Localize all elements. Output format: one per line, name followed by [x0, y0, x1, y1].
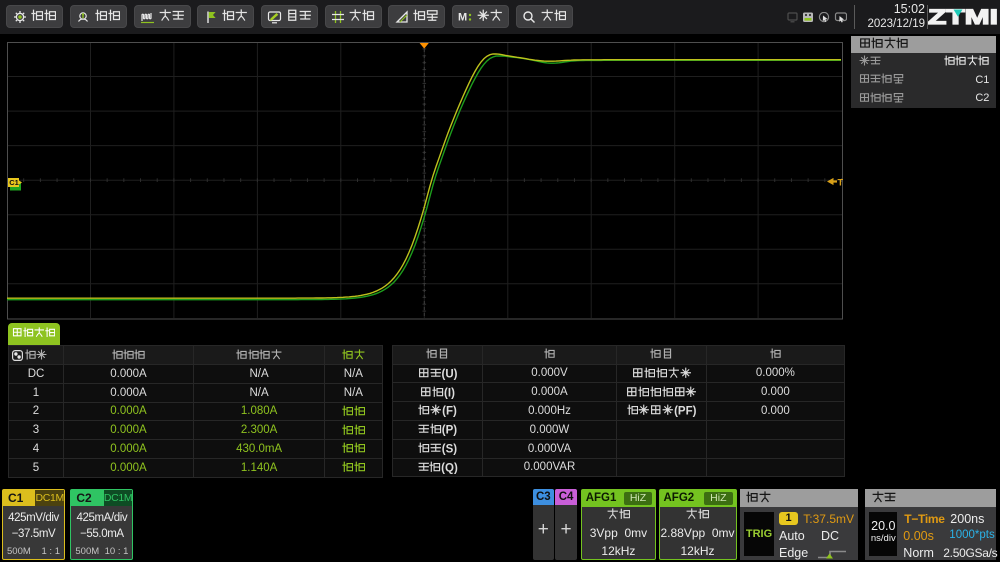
- svg-text:T: T: [838, 177, 844, 188]
- svg-text:C1: C1: [9, 178, 19, 187]
- svg-text:ZTMI: ZTMI: [928, 6, 998, 29]
- svg-text:M: M: [458, 11, 467, 23]
